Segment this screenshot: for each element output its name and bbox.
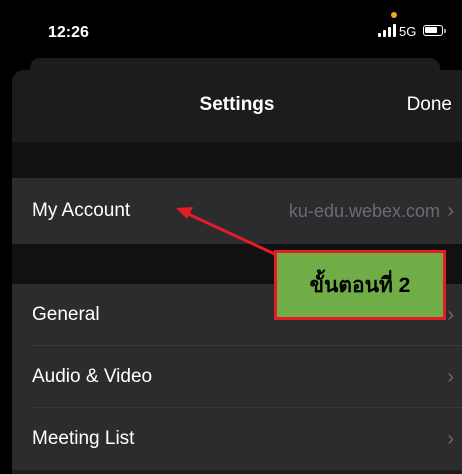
step-annotation-box: ขั้นตอนที่ 2 — [274, 250, 446, 320]
annotation-arrow — [176, 207, 293, 264]
